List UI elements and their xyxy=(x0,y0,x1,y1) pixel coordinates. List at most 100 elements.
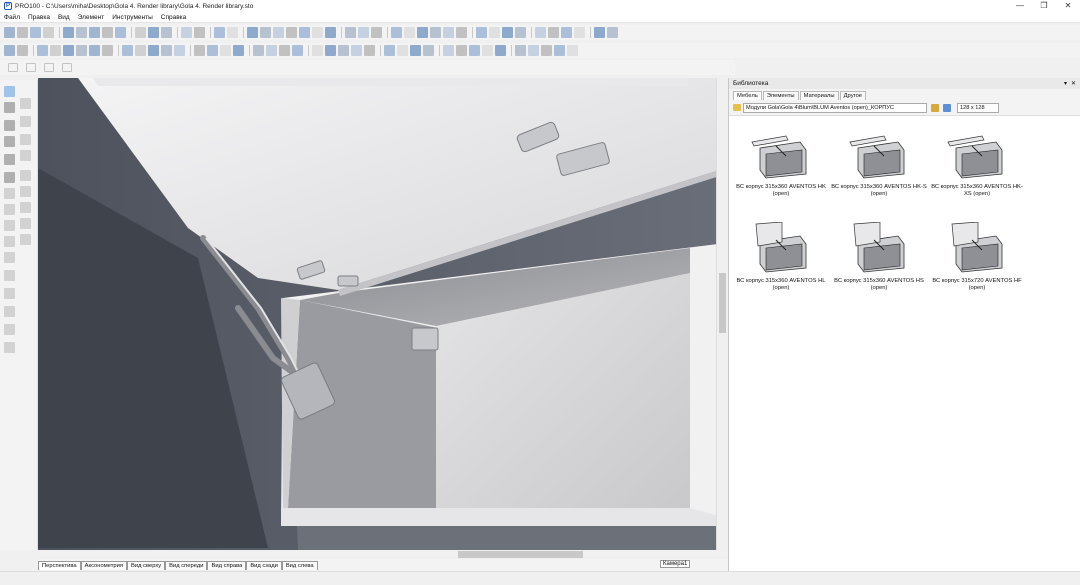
folder-up-icon[interactable] xyxy=(931,103,939,112)
left-tool-icon[interactable] xyxy=(4,342,15,353)
toolbar-tool-icon[interactable] xyxy=(174,45,185,56)
tab-axonometry[interactable]: Аксонометрия xyxy=(80,561,127,570)
left-tool-icon[interactable] xyxy=(4,288,15,299)
toolbar-tool-icon[interactable] xyxy=(89,45,100,56)
left-tool-icon[interactable] xyxy=(4,102,15,113)
left-tool-icon[interactable] xyxy=(4,86,15,97)
menu-file[interactable]: Файл xyxy=(4,14,20,21)
close-icon[interactable]: ✕ xyxy=(1071,80,1076,87)
minimize-button[interactable]: — xyxy=(1008,0,1032,12)
toolbar-tool-icon[interactable] xyxy=(122,45,133,56)
toolbar-tool-icon[interactable] xyxy=(30,27,41,38)
tab-other[interactable]: Другое xyxy=(839,91,867,100)
tab-perspective[interactable]: Перспектива xyxy=(38,561,81,570)
left-tool-icon[interactable] xyxy=(20,98,31,109)
toolbar-tool-icon[interactable] xyxy=(194,45,205,56)
toolbar-tool-icon[interactable] xyxy=(371,27,382,38)
pin-icon[interactable]: ▾ xyxy=(1064,80,1067,87)
close-button[interactable]: ✕ xyxy=(1056,0,1080,12)
left-tool-icon[interactable] xyxy=(20,116,31,127)
menu-view[interactable]: Вид xyxy=(58,14,70,21)
left-tool-icon[interactable] xyxy=(4,154,15,165)
toolbar-tool-icon[interactable] xyxy=(351,45,362,56)
tab-top[interactable]: Вид сверху xyxy=(126,561,166,570)
toolbar-tool-icon[interactable] xyxy=(495,45,506,56)
snap-icon[interactable] xyxy=(62,63,72,72)
toolbar-tool-icon[interactable] xyxy=(325,27,336,38)
snap-icon[interactable] xyxy=(8,63,18,72)
left-tool-icon[interactable] xyxy=(4,204,15,215)
toolbar-tool-icon[interactable] xyxy=(515,27,526,38)
toolbar-tool-icon[interactable] xyxy=(476,27,487,38)
camera-selector[interactable]: Камера1 xyxy=(660,560,691,568)
toolbar-tool-icon[interactable] xyxy=(253,45,264,56)
tab-right[interactable]: Вид справа xyxy=(207,561,247,570)
left-tool-icon[interactable] xyxy=(20,218,31,229)
left-tool-icon[interactable] xyxy=(4,136,15,147)
left-tool-icon[interactable] xyxy=(4,120,15,131)
tab-elements[interactable]: Элементы xyxy=(762,91,799,100)
toolbar-tool-icon[interactable] xyxy=(115,27,126,38)
left-tool-icon[interactable] xyxy=(4,220,15,231)
viewport-vertical-scrollbar[interactable] xyxy=(716,78,726,550)
menu-element[interactable]: Элемент xyxy=(78,14,105,21)
toolbar-tool-icon[interactable] xyxy=(312,45,323,56)
left-tool-icon[interactable] xyxy=(20,134,31,145)
toolbar-tool-icon[interactable] xyxy=(548,27,559,38)
snap-icon[interactable] xyxy=(44,63,54,72)
toolbar-tool-icon[interactable] xyxy=(148,27,159,38)
toolbar-tool-icon[interactable] xyxy=(214,27,225,38)
toolbar-tool-icon[interactable] xyxy=(17,27,28,38)
toolbar-tool-icon[interactable] xyxy=(102,45,113,56)
toolbar-tool-icon[interactable] xyxy=(482,45,493,56)
tab-left[interactable]: Вид слева xyxy=(281,561,318,570)
toolbar-tool-icon[interactable] xyxy=(260,27,271,38)
toolbar-tool-icon[interactable] xyxy=(607,27,618,38)
toolbar-tool-icon[interactable] xyxy=(76,45,87,56)
toolbar-tool-icon[interactable] xyxy=(312,27,323,38)
toolbar-tool-icon[interactable] xyxy=(63,27,74,38)
toolbar-tool-icon[interactable] xyxy=(410,45,421,56)
toolbar-tool-icon[interactable] xyxy=(233,45,244,56)
library-path-select[interactable]: Модули Gola\Gola 4\Blum\BLUM Aventos (op… xyxy=(743,102,927,113)
left-tool-icon[interactable] xyxy=(4,252,15,263)
toolbar-tool-icon[interactable] xyxy=(404,27,415,38)
viewport-horizontal-scrollbar[interactable] xyxy=(38,550,726,559)
toolbar-tool-icon[interactable] xyxy=(76,27,87,38)
toolbar-tool-icon[interactable] xyxy=(456,45,467,56)
toolbar-tool-icon[interactable] xyxy=(247,27,258,38)
toolbar-tool-icon[interactable] xyxy=(17,45,28,56)
toolbar-tool-icon[interactable] xyxy=(358,27,369,38)
toolbar-tool-icon[interactable] xyxy=(561,27,572,38)
tab-furniture[interactable]: Мебель xyxy=(733,91,762,100)
left-tool-icon[interactable] xyxy=(4,270,15,281)
toolbar-tool-icon[interactable] xyxy=(443,45,454,56)
left-tool-icon[interactable] xyxy=(4,236,15,247)
toolbar-tool-icon[interactable] xyxy=(469,45,480,56)
toolbar-tool-icon[interactable] xyxy=(50,45,61,56)
toolbar-tool-icon[interactable] xyxy=(273,27,284,38)
left-tool-icon[interactable] xyxy=(20,186,31,197)
left-tool-icon[interactable] xyxy=(4,172,15,183)
toolbar-tool-icon[interactable] xyxy=(63,45,74,56)
toolbar-tool-icon[interactable] xyxy=(148,45,159,56)
toolbar-tool-icon[interactable] xyxy=(423,45,434,56)
toolbar-tool-icon[interactable] xyxy=(417,27,428,38)
toolbar-tool-icon[interactable] xyxy=(391,27,402,38)
toolbar-tool-icon[interactable] xyxy=(384,45,395,56)
toolbar-tool-icon[interactable] xyxy=(364,45,375,56)
tab-back[interactable]: Вид сзади xyxy=(246,561,282,570)
left-tool-icon[interactable] xyxy=(20,202,31,213)
library-item[interactable]: ВС корпус 315х360 AVENTOS HK-XS (open) xyxy=(929,128,1025,198)
thumb-size-select[interactable]: 128 x 128 xyxy=(957,102,999,113)
toolbar-tool-icon[interactable] xyxy=(286,27,297,38)
toolbar-tool-icon[interactable] xyxy=(456,27,467,38)
toolbar-tool-icon[interactable] xyxy=(4,45,15,56)
toolbar-tool-icon[interactable] xyxy=(430,27,441,38)
toolbar-tool-icon[interactable] xyxy=(292,45,303,56)
toolbar-tool-icon[interactable] xyxy=(594,27,605,38)
toolbar-tool-icon[interactable] xyxy=(567,45,578,56)
toolbar-tool-icon[interactable] xyxy=(4,27,15,38)
left-tool-icon[interactable] xyxy=(4,324,15,335)
toolbar-tool-icon[interactable] xyxy=(299,27,310,38)
